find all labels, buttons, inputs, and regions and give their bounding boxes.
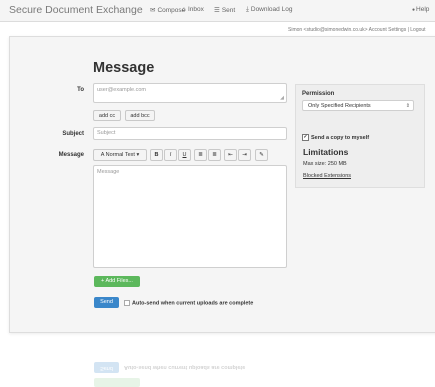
nav-sent[interactable]: ☰ Sent	[214, 6, 235, 14]
copy-to-myself-option[interactable]: ✓ Send a copy to myself	[302, 134, 369, 141]
copy-checkbox[interactable]: ✓	[302, 134, 309, 141]
outdent-icon[interactable]: ⇤	[224, 149, 237, 161]
pen-icon[interactable]: ✎	[255, 149, 268, 161]
autosend-checkbox[interactable]	[124, 300, 130, 306]
limitations-heading: Limitations	[303, 147, 349, 157]
nav-inbox[interactable]: ⌂ Inbox	[182, 6, 204, 13]
message-label: Message	[58, 152, 84, 158]
autosend-label: Auto-send when current uploads are compl…	[132, 300, 254, 307]
nav-inbox-label: Inbox	[187, 6, 204, 13]
top-bar: Secure Document Exchange ✉ Compose ⌂ Inbox…	[0, 0, 435, 22]
to-value: user@example.com	[97, 87, 146, 93]
select-arrows-icon: ⇕	[405, 103, 410, 109]
permission-label: Permission	[302, 91, 335, 97]
blocked-extensions-link[interactable]: Blocked Extensions	[303, 173, 351, 179]
reflection-add-files	[94, 378, 140, 387]
nav-download-log-label: Download Log	[250, 6, 293, 13]
send-button[interactable]: Send	[94, 297, 119, 308]
max-size-text: Max size: 250 MB	[303, 161, 347, 167]
reflection-decoration: Send Auto-send when current uploads are c…	[94, 358, 245, 376]
nav-download-log[interactable]: ⤓ Download Log	[246, 6, 292, 14]
message-textarea[interactable]: Message	[93, 165, 287, 268]
autosend-option[interactable]: Auto-send when current uploads are compl…	[124, 300, 253, 306]
permission-value: Only Specified Recipients	[308, 103, 371, 109]
reflection-send: Send	[94, 361, 119, 373]
subject-input[interactable]: Subject	[93, 127, 287, 140]
nav-sent-label: Sent	[221, 7, 236, 14]
app-brand[interactable]: Secure Document Exchange	[9, 4, 143, 16]
inbox-icon: ⌂	[182, 6, 186, 13]
download-icon: ⤓	[246, 6, 249, 13]
nav-compose[interactable]: ✉ Compose	[150, 6, 185, 14]
add-bcc-button[interactable]: add bcc	[125, 110, 155, 121]
indent-icon[interactable]: ⇥	[238, 149, 251, 161]
subject-label: Subject	[62, 131, 84, 137]
reflection-autosend: Auto-send when current uploads are compl…	[124, 364, 246, 371]
help-label: Help	[416, 6, 430, 13]
copy-label: Send a copy to myself	[311, 134, 370, 141]
bold-button[interactable]: B	[150, 149, 163, 161]
permission-select[interactable]: Only Specified Recipients ⇕	[302, 100, 414, 111]
italic-button[interactable]: I	[164, 149, 177, 161]
add-cc-button[interactable]: add cc	[93, 110, 121, 121]
add-files-button[interactable]: + Add Files...	[94, 276, 140, 287]
page-title: Message	[93, 60, 155, 76]
sent-icon: ☰	[214, 7, 220, 14]
numbered-list-icon[interactable]: ≣	[208, 149, 221, 161]
text-format-dropdown[interactable]: A Normal Text ▾	[93, 149, 147, 161]
to-field[interactable]: user@example.com ◢	[93, 83, 287, 103]
to-label: To	[77, 87, 84, 93]
user-account-line[interactable]: Simon <studio@simonedwin.co.uk> Account …	[288, 27, 426, 33]
compose-icon: ✉	[150, 7, 156, 14]
help-icon: ●	[412, 7, 416, 13]
nav-help[interactable]: ●Help	[412, 6, 429, 13]
underline-button[interactable]: U	[178, 149, 191, 161]
bullet-list-icon[interactable]: ≣	[194, 149, 207, 161]
resize-handle-icon[interactable]: ◢	[280, 95, 284, 101]
